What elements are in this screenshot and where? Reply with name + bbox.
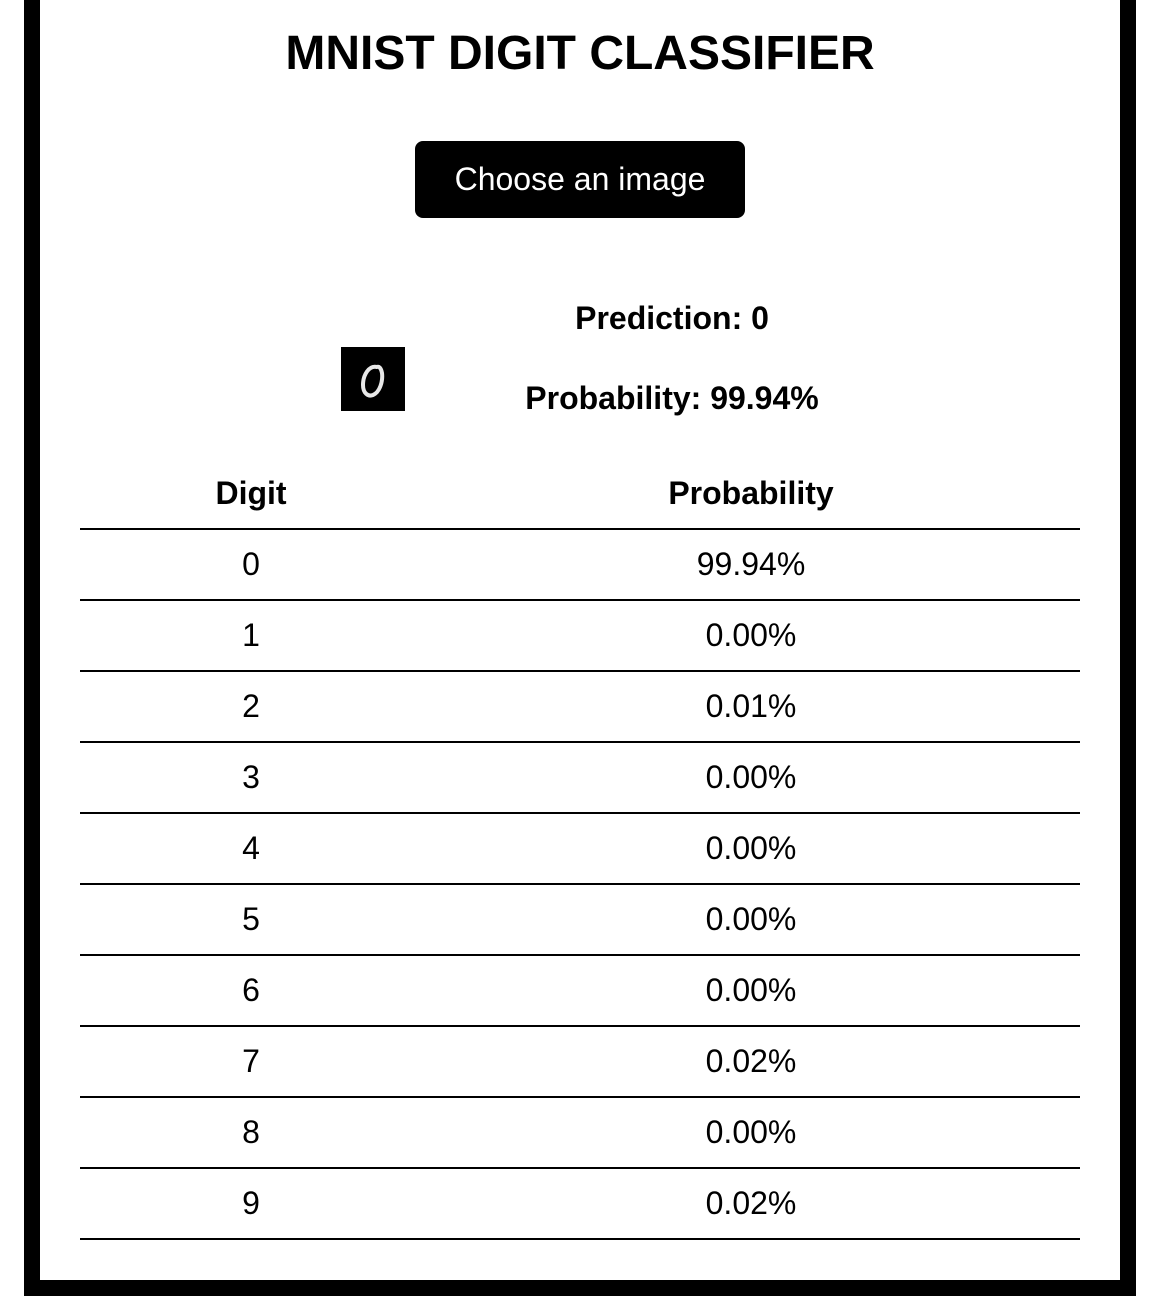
probability-label: Probability: 99.94% bbox=[525, 380, 819, 416]
table-row: 4 0.00% bbox=[80, 813, 1080, 885]
outer-frame: MNIST DIGIT CLASSIFIER Choose an image P… bbox=[24, 0, 1136, 1296]
table-row: 0 99.94% bbox=[80, 529, 1080, 601]
table-row: 1 0.00% bbox=[80, 600, 1080, 672]
probability-cell: 0.00% bbox=[422, 742, 1080, 814]
main-panel: MNIST DIGIT CLASSIFIER Choose an image P… bbox=[40, 0, 1120, 1280]
table-row: 2 0.01% bbox=[80, 671, 1080, 743]
digit-cell: 2 bbox=[80, 671, 422, 743]
table-row: 3 0.00% bbox=[80, 742, 1080, 814]
digit-cell: 9 bbox=[80, 1168, 422, 1240]
digit-cell: 1 bbox=[80, 600, 422, 672]
digit-cell: 0 bbox=[80, 529, 422, 601]
choose-image-button[interactable]: Choose an image bbox=[415, 141, 745, 218]
table-row: 5 0.00% bbox=[80, 884, 1080, 956]
table-row: 9 0.02% bbox=[80, 1168, 1080, 1240]
table-header-row: Digit Probability bbox=[80, 458, 1080, 530]
column-header-probability: Probability bbox=[422, 458, 1080, 530]
table-row: 8 0.00% bbox=[80, 1097, 1080, 1169]
digit-cell: 3 bbox=[80, 742, 422, 814]
digit-cell: 7 bbox=[80, 1026, 422, 1098]
column-header-digit: Digit bbox=[80, 458, 422, 530]
handwritten-digit-drawing bbox=[341, 347, 405, 411]
digit-cell: 4 bbox=[80, 813, 422, 885]
digit-cell: 6 bbox=[80, 955, 422, 1027]
probability-cell: 0.00% bbox=[422, 600, 1080, 672]
probability-cell: 0.00% bbox=[422, 1097, 1080, 1169]
prediction-label: Prediction: 0 bbox=[575, 300, 769, 336]
probability-cell: 0.00% bbox=[422, 813, 1080, 885]
table-row: 6 0.00% bbox=[80, 955, 1080, 1027]
page-title: MNIST DIGIT CLASSIFIER bbox=[285, 27, 875, 80]
probability-cell: 0.02% bbox=[422, 1168, 1080, 1240]
probability-cell: 0.02% bbox=[422, 1026, 1080, 1098]
table-row: 7 0.02% bbox=[80, 1026, 1080, 1098]
probability-table: Digit Probability 0 99.94% 1 0.00% 2 0.0… bbox=[80, 458, 1080, 1240]
uploaded-digit-image bbox=[341, 347, 405, 411]
digit-cell: 5 bbox=[80, 884, 422, 956]
probability-cell: 0.01% bbox=[422, 671, 1080, 743]
probability-cell: 0.00% bbox=[422, 955, 1080, 1027]
digit-cell: 8 bbox=[80, 1097, 422, 1169]
probability-cell: 99.94% bbox=[422, 529, 1080, 601]
probability-cell: 0.00% bbox=[422, 884, 1080, 956]
